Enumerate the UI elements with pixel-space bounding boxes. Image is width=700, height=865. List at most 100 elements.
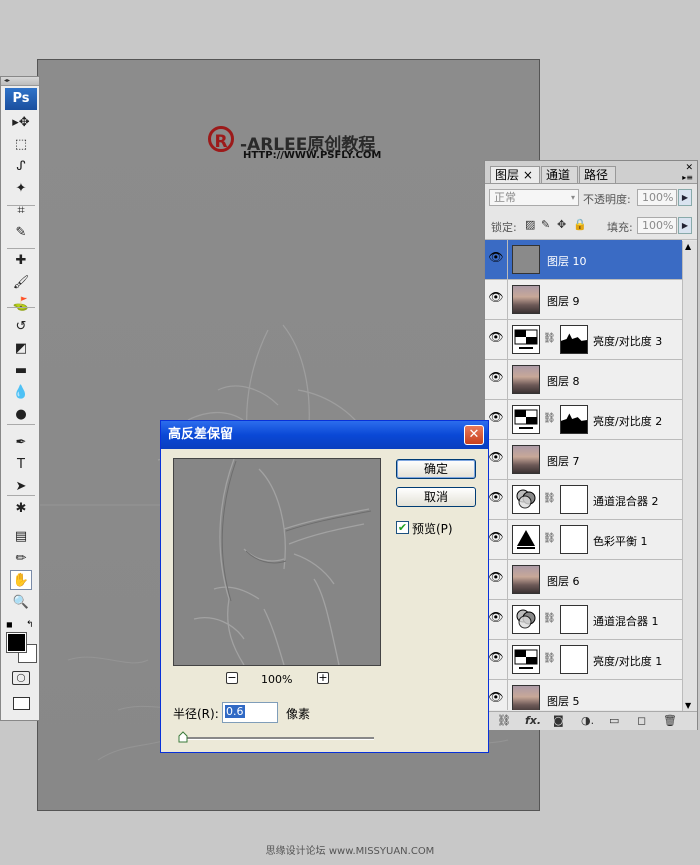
layer-style-icon[interactable]: fx. bbox=[525, 714, 541, 727]
eye-visibility-icon[interactable]: 👁 bbox=[488, 370, 504, 388]
hand-tool-icon[interactable]: ✋ bbox=[10, 570, 32, 590]
lock-pixels-icon[interactable]: ✎ bbox=[541, 218, 550, 231]
layer-row[interactable]: 👁 ⛓ 亮度/对比度 1 bbox=[485, 640, 682, 680]
tab-paths[interactable]: 路径 bbox=[579, 166, 616, 183]
mask-link-icon[interactable]: ⛓ bbox=[543, 613, 556, 624]
zoom-out-button[interactable]: − bbox=[226, 672, 238, 684]
zoom-in-button[interactable]: + bbox=[317, 672, 329, 684]
tab-layers[interactable]: 图层 × bbox=[490, 166, 540, 183]
mask-link-icon[interactable]: ⛓ bbox=[543, 333, 556, 344]
eye-visibility-icon[interactable]: 👁 bbox=[488, 570, 504, 588]
blur-tool-icon[interactable]: 💧 bbox=[10, 382, 32, 402]
mask-link-icon[interactable]: ⛓ bbox=[543, 493, 556, 504]
layer-row[interactable]: 👁 ⛓ 亮度/对比度 2 bbox=[485, 400, 682, 440]
eye-visibility-icon[interactable]: 👁 bbox=[488, 690, 504, 708]
clone-stamp-tool-icon[interactable]: ⛳ bbox=[10, 294, 32, 314]
layers-scrollbar[interactable]: ▲ ▼ bbox=[682, 241, 697, 711]
layer-row[interactable]: 👁 图层 7 bbox=[485, 440, 682, 480]
lock-all-icon[interactable]: 🔒 bbox=[573, 218, 587, 231]
fill-input[interactable]: 100% bbox=[637, 217, 677, 234]
layer-row[interactable]: 👁 图层 10 bbox=[485, 240, 682, 280]
shape-tool-icon[interactable]: ✱ bbox=[10, 498, 32, 518]
filter-preview[interactable] bbox=[173, 458, 381, 666]
layer-mask-thumbnail[interactable] bbox=[560, 525, 588, 554]
layer-mask-thumbnail[interactable] bbox=[560, 405, 588, 434]
layer-row[interactable]: 👁 ⛓ 亮度/对比度 3 bbox=[485, 320, 682, 360]
scroll-down-icon[interactable]: ▼ bbox=[685, 701, 691, 710]
eye-visibility-icon[interactable]: 👁 bbox=[488, 530, 504, 548]
default-colors-icon[interactable]: ◼ bbox=[6, 620, 13, 629]
eye-visibility-icon[interactable]: 👁 bbox=[488, 610, 504, 628]
swap-colors-icon[interactable]: ↰ bbox=[26, 620, 34, 630]
layer-row[interactable]: 👁 图层 9 bbox=[485, 280, 682, 320]
ok-button[interactable]: 确定 bbox=[396, 459, 476, 479]
eye-visibility-icon[interactable]: 👁 bbox=[488, 330, 504, 348]
foreground-color-swatch[interactable] bbox=[6, 632, 27, 653]
panel-menu-icon[interactable]: ▸≡ bbox=[682, 173, 693, 182]
slice-tool-icon[interactable]: ✎ bbox=[10, 222, 32, 242]
toolbox-grip[interactable]: ◂▸ bbox=[1, 77, 39, 86]
radius-slider-track[interactable] bbox=[179, 737, 374, 740]
lasso-tool-icon[interactable]: ᔑ bbox=[10, 156, 32, 176]
mask-link-icon[interactable]: ⛓ bbox=[543, 653, 556, 664]
layer-mask-thumbnail[interactable] bbox=[560, 605, 588, 634]
lock-transparent-icon[interactable]: ▨ bbox=[525, 218, 535, 231]
zoom-tool-icon[interactable]: 🔍 bbox=[10, 592, 32, 612]
opacity-arrow-icon[interactable]: ▶ bbox=[678, 189, 692, 206]
dialog-title-bar[interactable]: 高反差保留 ✕ bbox=[161, 421, 488, 449]
quick-mask-icon[interactable]: ◯ bbox=[12, 671, 30, 685]
path-selection-tool-icon[interactable]: ➤ bbox=[10, 476, 32, 496]
layer-row[interactable]: 👁 ⛓ 通道混合器 2 bbox=[485, 480, 682, 520]
new-layer-icon[interactable]: ◻ bbox=[637, 714, 646, 727]
notes-tool-icon[interactable]: ▤ bbox=[10, 526, 32, 546]
radius-slider-thumb[interactable] bbox=[178, 731, 188, 743]
tab-channels[interactable]: 通道 bbox=[541, 166, 578, 183]
layer-row[interactable]: 👁 ⛓ 通道混合器 1 bbox=[485, 600, 682, 640]
screen-mode-icon[interactable] bbox=[13, 697, 30, 710]
magic-wand-tool-icon[interactable]: ✦ bbox=[10, 178, 32, 198]
link-layers-icon[interactable]: ⛓ bbox=[497, 714, 511, 727]
panel-close-icon[interactable]: ✕ bbox=[685, 163, 693, 173]
blend-mode-select[interactable]: 正常 ▾ bbox=[489, 189, 579, 206]
add-mask-icon[interactable]: ◙ bbox=[553, 714, 564, 727]
radius-input[interactable]: 0.6 bbox=[222, 702, 278, 723]
eraser-tool-icon[interactable]: ◩ bbox=[10, 338, 32, 358]
history-brush-tool-icon[interactable]: ↺ bbox=[10, 316, 32, 336]
eyedropper-tool-icon[interactable]: ✏ bbox=[10, 548, 32, 568]
marquee-tool-icon[interactable]: ⬚ bbox=[10, 134, 32, 154]
photoshop-logo[interactable]: Ps bbox=[5, 88, 37, 110]
preview-checkbox[interactable]: ✔ bbox=[396, 521, 409, 534]
eye-visibility-icon[interactable]: 👁 bbox=[488, 650, 504, 668]
lock-position-icon[interactable]: ✥ bbox=[557, 218, 566, 231]
layer-mask-thumbnail[interactable] bbox=[560, 485, 588, 514]
fill-arrow-icon[interactable]: ▶ bbox=[678, 217, 692, 234]
layer-mask-thumbnail[interactable] bbox=[560, 325, 588, 354]
dodge-tool-icon[interactable]: ● bbox=[10, 404, 32, 424]
crop-tool-icon[interactable]: ⌗ bbox=[10, 200, 32, 220]
healing-brush-tool-icon[interactable]: ✚ bbox=[10, 250, 32, 270]
mask-link-icon[interactable]: ⛓ bbox=[543, 413, 556, 424]
move-tool-icon[interactable]: ▸✥ bbox=[10, 112, 32, 132]
layer-mask-thumbnail[interactable] bbox=[560, 645, 588, 674]
adjustment-layer-icon[interactable]: ◑. bbox=[581, 714, 594, 727]
layer-row[interactable]: 👁 ⛓ 色彩平衡 1 bbox=[485, 520, 682, 560]
opacity-input[interactable]: 100% bbox=[637, 189, 677, 206]
eye-visibility-icon[interactable]: 👁 bbox=[488, 450, 504, 468]
layer-row[interactable]: 👁 图层 5 bbox=[485, 680, 682, 710]
type-tool-icon[interactable]: T bbox=[10, 454, 32, 474]
mask-link-icon[interactable]: ⛓ bbox=[543, 533, 556, 544]
eye-visibility-icon[interactable]: 👁 bbox=[488, 490, 504, 508]
gradient-tool-icon[interactable]: ▬ bbox=[10, 360, 32, 380]
layer-row[interactable]: 👁 图层 6 bbox=[485, 560, 682, 600]
brush-tool-icon[interactable]: 🖌 bbox=[10, 272, 32, 292]
scroll-up-icon[interactable]: ▲ bbox=[685, 242, 691, 251]
layer-row[interactable]: 👁 图层 8 bbox=[485, 360, 682, 400]
eye-visibility-icon[interactable]: 👁 bbox=[488, 250, 504, 268]
new-group-icon[interactable]: ▭ bbox=[609, 714, 619, 727]
eye-visibility-icon[interactable]: 👁 bbox=[488, 290, 504, 308]
pen-tool-icon[interactable]: ✒ bbox=[10, 432, 32, 452]
close-icon[interactable]: ✕ bbox=[464, 425, 484, 445]
cancel-button[interactable]: 取消 bbox=[396, 487, 476, 507]
delete-layer-icon[interactable]: 🗑 bbox=[663, 714, 677, 727]
eye-visibility-icon[interactable]: 👁 bbox=[488, 410, 504, 428]
